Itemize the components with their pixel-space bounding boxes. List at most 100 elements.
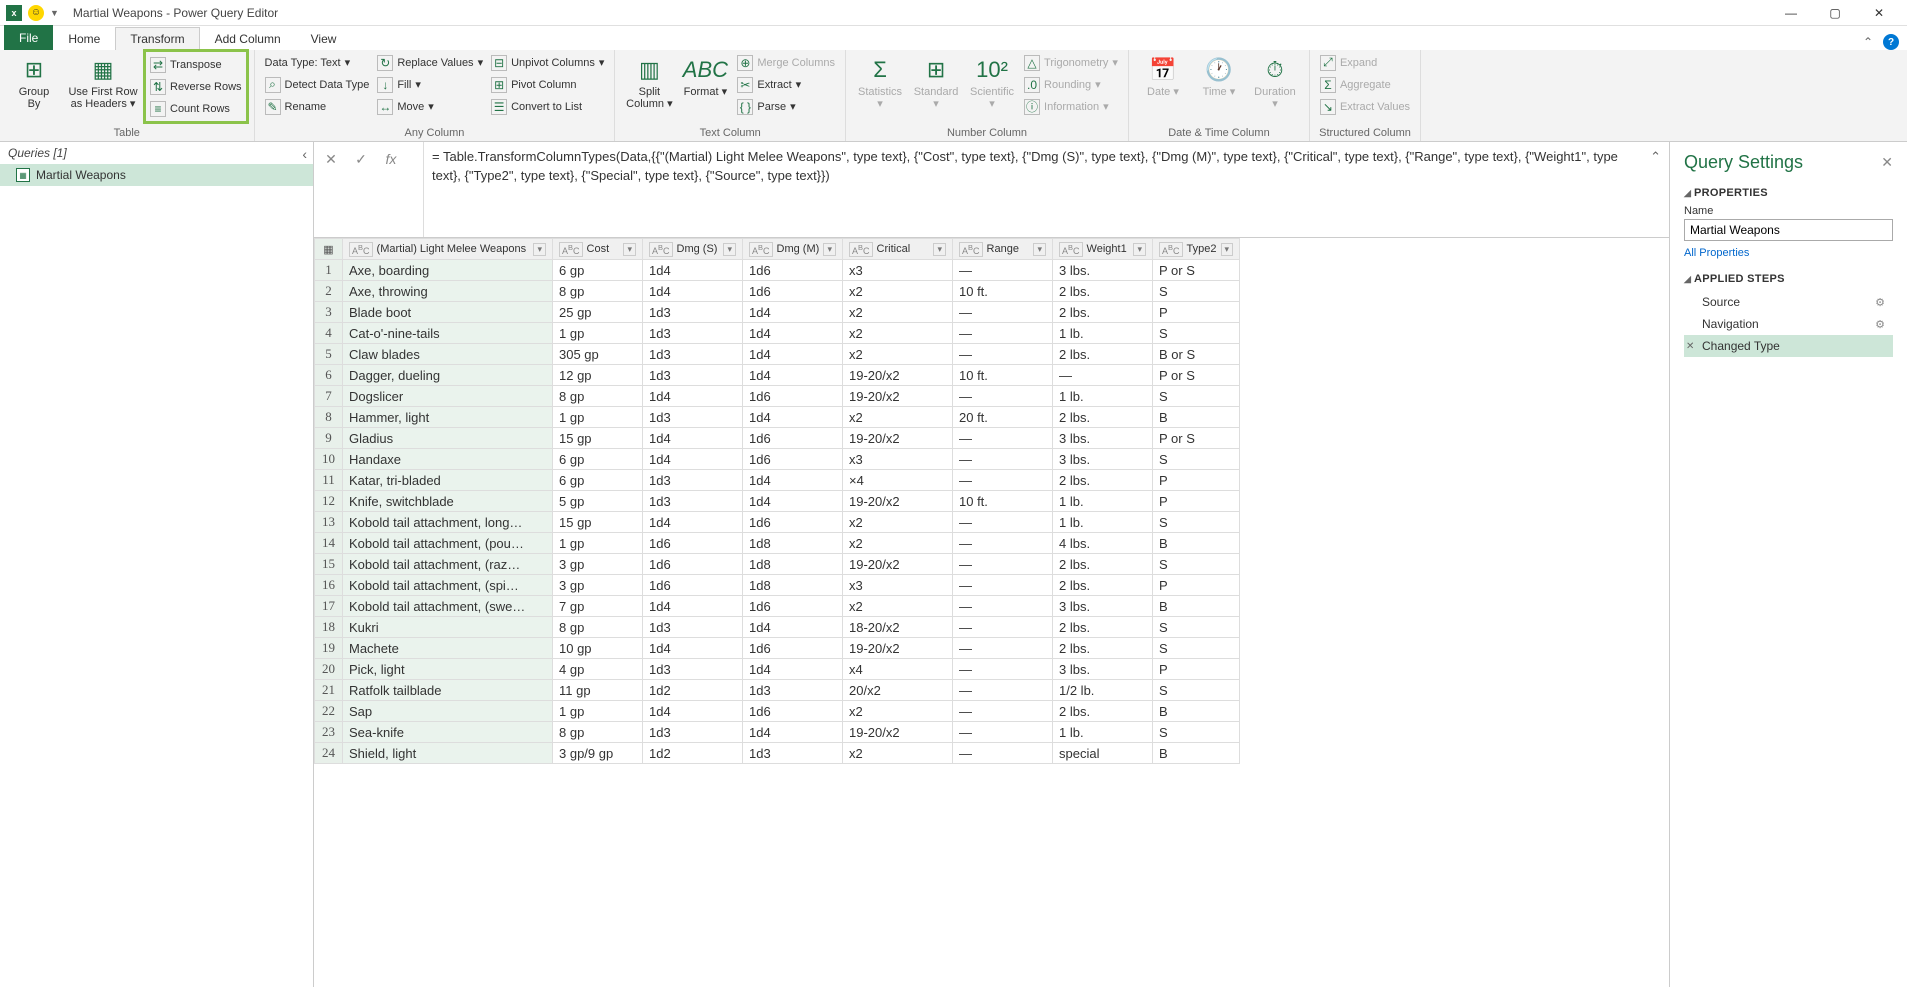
- cell[interactable]: 3 gp: [553, 554, 643, 575]
- row-number[interactable]: 22: [315, 701, 343, 722]
- format-button[interactable]: ABC Format ▾: [679, 52, 731, 100]
- row-number[interactable]: 16: [315, 575, 343, 596]
- cell[interactable]: 4 gp: [553, 659, 643, 680]
- cell[interactable]: x2: [843, 743, 953, 764]
- applied-step[interactable]: Changed Type: [1684, 335, 1893, 357]
- rename-button[interactable]: ✎Rename: [263, 96, 372, 117]
- column-header[interactable]: ABCCost▾: [553, 239, 643, 260]
- table-row[interactable]: 22Sap1 gp1d41d6x2—2 lbs.B: [315, 701, 1240, 722]
- column-header[interactable]: ABCDmg (S)▾: [643, 239, 743, 260]
- row-number[interactable]: 19: [315, 638, 343, 659]
- row-number[interactable]: 12: [315, 491, 343, 512]
- cell[interactable]: —: [953, 470, 1053, 491]
- cell[interactable]: S: [1153, 638, 1240, 659]
- standard-button[interactable]: ⊞ Standard ▾: [910, 52, 962, 112]
- reverse-rows-button[interactable]: ⇅Reverse Rows: [148, 76, 244, 97]
- cell[interactable]: 1d3: [643, 323, 743, 344]
- cell[interactable]: 1d3: [643, 365, 743, 386]
- table-row[interactable]: 23Sea-knife8 gp1d31d419-20/x2—1 lb.S: [315, 722, 1240, 743]
- transpose-button[interactable]: ⇄Transpose: [148, 54, 244, 75]
- cell[interactable]: x2: [843, 302, 953, 323]
- settings-close-button[interactable]: ✕: [1881, 154, 1893, 171]
- cell[interactable]: B: [1153, 533, 1240, 554]
- cell[interactable]: P: [1153, 659, 1240, 680]
- cell[interactable]: —: [953, 617, 1053, 638]
- cell[interactable]: x2: [843, 407, 953, 428]
- table-row[interactable]: 2Axe, throwing8 gp1d41d6x210 ft.2 lbs.S: [315, 281, 1240, 302]
- cell[interactable]: —: [953, 386, 1053, 407]
- cell[interactable]: 2 lbs.: [1053, 575, 1153, 596]
- cell[interactable]: 25 gp: [553, 302, 643, 323]
- row-number[interactable]: 10: [315, 449, 343, 470]
- column-header[interactable]: ABC(Martial) Light Melee Weapons▾: [343, 239, 553, 260]
- table-row[interactable]: 5Claw blades305 gp1d31d4x2—2 lbs.B or S: [315, 344, 1240, 365]
- cell[interactable]: 8 gp: [553, 617, 643, 638]
- minimize-button[interactable]: —: [1769, 2, 1813, 24]
- cell[interactable]: x2: [843, 512, 953, 533]
- cell[interactable]: x2: [843, 533, 953, 554]
- cell[interactable]: S: [1153, 722, 1240, 743]
- name-input[interactable]: [1684, 219, 1893, 241]
- cell[interactable]: 1d4: [743, 491, 843, 512]
- cell[interactable]: B: [1153, 407, 1240, 428]
- cell[interactable]: P or S: [1153, 428, 1240, 449]
- cell[interactable]: 2 lbs.: [1053, 281, 1153, 302]
- cell[interactable]: 2 lbs.: [1053, 407, 1153, 428]
- cell[interactable]: 1d4: [643, 596, 743, 617]
- cell[interactable]: 19-20/x2: [843, 554, 953, 575]
- cell[interactable]: 19-20/x2: [843, 491, 953, 512]
- cell[interactable]: 1d6: [643, 554, 743, 575]
- cell[interactable]: 19-20/x2: [843, 428, 953, 449]
- row-number[interactable]: 11: [315, 470, 343, 491]
- row-number[interactable]: 3: [315, 302, 343, 323]
- tab-add-column[interactable]: Add Column: [200, 27, 296, 50]
- data-type-button[interactable]: Data Type: Text ▾: [263, 52, 372, 73]
- table-row[interactable]: 14Kobold tail attachment, (pou…1 gp1d61d…: [315, 533, 1240, 554]
- replace-values-button[interactable]: ↻Replace Values ▾: [375, 52, 485, 73]
- cell[interactable]: 1d4: [743, 722, 843, 743]
- cell[interactable]: 1d6: [743, 260, 843, 281]
- formula-text[interactable]: = Table.TransformColumnTypes(Data,{{"(Ma…: [424, 142, 1669, 237]
- cell[interactable]: Kukri: [343, 617, 553, 638]
- step-gear-icon[interactable]: ⚙: [1875, 296, 1885, 309]
- cell[interactable]: 1d6: [743, 449, 843, 470]
- cell[interactable]: 2 lbs.: [1053, 554, 1153, 575]
- cell[interactable]: S: [1153, 323, 1240, 344]
- cell[interactable]: —: [953, 512, 1053, 533]
- cell[interactable]: x4: [843, 659, 953, 680]
- cell[interactable]: 1d2: [643, 743, 743, 764]
- cell[interactable]: 1d4: [743, 344, 843, 365]
- row-number[interactable]: 23: [315, 722, 343, 743]
- cell[interactable]: 1d6: [743, 596, 843, 617]
- cell[interactable]: P: [1153, 302, 1240, 323]
- cell[interactable]: 305 gp: [553, 344, 643, 365]
- formula-accept-button[interactable]: ✓: [350, 148, 372, 170]
- statistics-button[interactable]: Σ Statistics ▾: [854, 52, 906, 112]
- cell[interactable]: Shield, light: [343, 743, 553, 764]
- cell[interactable]: 1d4: [643, 638, 743, 659]
- cell[interactable]: P: [1153, 575, 1240, 596]
- filter-dropdown-icon[interactable]: ▾: [1033, 243, 1046, 256]
- cell[interactable]: 10 gp: [553, 638, 643, 659]
- query-item-martial-weapons[interactable]: ▦ Martial Weapons: [0, 164, 313, 186]
- cell[interactable]: 1d4: [743, 659, 843, 680]
- cell[interactable]: special: [1053, 743, 1153, 764]
- cell[interactable]: Claw blades: [343, 344, 553, 365]
- cell[interactable]: 1d3: [643, 470, 743, 491]
- help-icon[interactable]: ?: [1883, 34, 1899, 50]
- cell[interactable]: 1d4: [743, 323, 843, 344]
- formula-fx-button[interactable]: fx: [380, 148, 402, 170]
- filter-dropdown-icon[interactable]: ▾: [623, 243, 636, 256]
- cell[interactable]: 19-20/x2: [843, 365, 953, 386]
- qat-dropdown-icon[interactable]: ▼: [50, 8, 59, 18]
- cell[interactable]: —: [953, 323, 1053, 344]
- cell[interactable]: 1d3: [643, 491, 743, 512]
- all-properties-link[interactable]: All Properties: [1684, 247, 1893, 259]
- detect-type-button[interactable]: ⌕Detect Data Type: [263, 74, 372, 95]
- cell[interactable]: 1 lb.: [1053, 722, 1153, 743]
- cell[interactable]: —: [953, 638, 1053, 659]
- row-number[interactable]: 8: [315, 407, 343, 428]
- tab-home[interactable]: Home: [53, 27, 115, 50]
- cell[interactable]: 1d4: [743, 302, 843, 323]
- cell[interactable]: S: [1153, 554, 1240, 575]
